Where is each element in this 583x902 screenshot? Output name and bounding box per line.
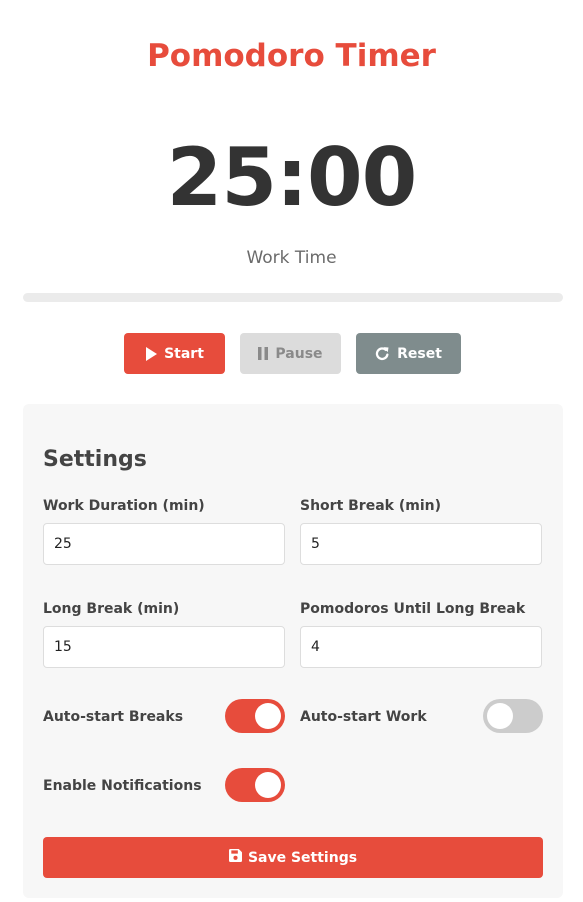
floppy-disk-icon bbox=[228, 849, 242, 866]
reset-button[interactable]: Reset bbox=[356, 333, 461, 374]
settings-title: Settings bbox=[43, 447, 147, 472]
short-break-label: Short Break (min) bbox=[300, 498, 441, 514]
save-settings-label: Save Settings bbox=[247, 849, 358, 866]
pause-button-label: Pause bbox=[275, 345, 323, 362]
timer-display: 25:00 bbox=[166, 131, 418, 224]
start-button-label: Start bbox=[164, 345, 204, 362]
enable-notifications-label: Enable Notifications bbox=[43, 778, 202, 794]
redo-icon bbox=[375, 346, 390, 361]
settings-panel: Settings Work Duration (min) Short Break… bbox=[23, 404, 563, 898]
save-settings-button[interactable]: Save Settings bbox=[43, 837, 543, 878]
pause-icon bbox=[258, 347, 269, 360]
long-break-input[interactable] bbox=[43, 626, 285, 668]
toggle-knob bbox=[487, 703, 513, 729]
auto-start-breaks-toggle[interactable] bbox=[225, 699, 285, 733]
work-duration-input[interactable] bbox=[43, 523, 285, 565]
enable-notifications-toggle[interactable] bbox=[225, 768, 285, 802]
pause-button[interactable]: Pause bbox=[240, 333, 341, 374]
mode-label: Work Time bbox=[246, 248, 337, 268]
start-button[interactable]: Start bbox=[124, 333, 225, 374]
auto-start-breaks-label: Auto-start Breaks bbox=[43, 709, 184, 725]
toggle-knob bbox=[255, 772, 281, 798]
play-icon bbox=[145, 346, 158, 361]
pomodoros-until-long-break-input[interactable] bbox=[300, 626, 542, 668]
auto-start-work-toggle[interactable] bbox=[483, 699, 543, 733]
long-break-label: Long Break (min) bbox=[43, 601, 180, 617]
progress-bar bbox=[23, 293, 563, 302]
pomodoro-app: Pomodoro Timer 25:00 Work Time Start Pau… bbox=[0, 0, 583, 902]
toggle-knob bbox=[255, 703, 281, 729]
reset-button-label: Reset bbox=[397, 345, 442, 362]
work-duration-label: Work Duration (min) bbox=[43, 498, 205, 514]
page-title: Pomodoro Timer bbox=[147, 38, 436, 74]
auto-start-work-label: Auto-start Work bbox=[300, 709, 427, 725]
short-break-input[interactable] bbox=[300, 523, 542, 565]
pomodoros-until-long-break-label: Pomodoros Until Long Break bbox=[300, 601, 526, 617]
